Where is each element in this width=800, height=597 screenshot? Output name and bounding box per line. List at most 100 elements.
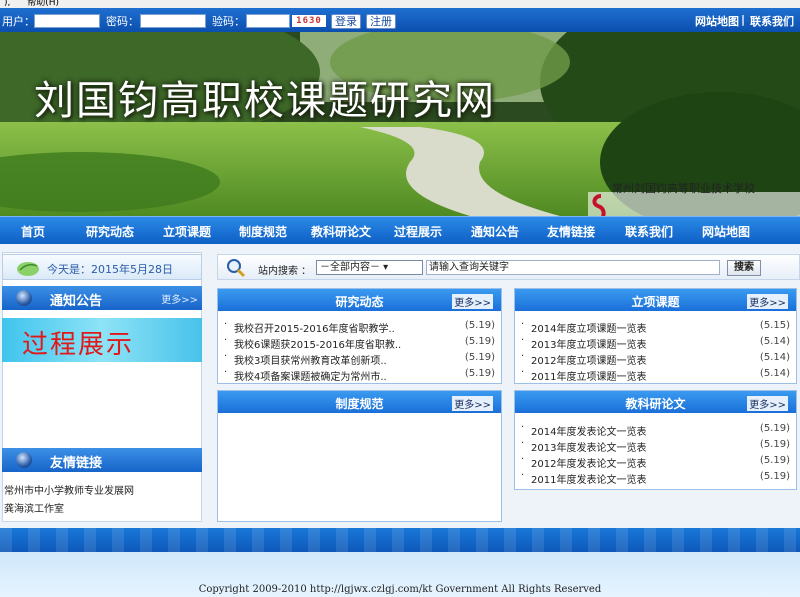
list-item-title[interactable]: 我校3项目获常州教育改革创新项.. <box>234 352 387 367</box>
list-item-date: (5.19) <box>759 471 790 482</box>
password-label: 密码： <box>106 15 139 28</box>
list-item-title[interactable]: 2012年度立项课题一览表 <box>531 352 646 367</box>
links-icon <box>16 452 32 468</box>
copyright-text: Copyright 2009-2010 http://lgjwx.czlgj.c… <box>198 584 602 595</box>
notice-icon <box>16 290 32 306</box>
nav-links[interactable]: 友情链接 <box>547 223 595 240</box>
list-item[interactable]: · 2012年度发表论文一览表 (5.19) <box>521 453 790 470</box>
list-item[interactable]: · 2014年度立项课题一览表 (5.15) <box>521 318 790 335</box>
school-logo-icon <box>592 194 606 216</box>
papers-panel: 教科研论文 更多>> · 2014年度发表论文一览表 (5.19) · 2013年度发… <box>514 390 797 490</box>
links-title: 友情链接 <box>50 456 103 471</box>
list-item-date: (5.19) <box>464 320 495 331</box>
list-item-date: (5.14) <box>759 368 790 379</box>
list-item[interactable]: · 2011年度立项课题一览表 (5.14) <box>521 366 790 383</box>
process-banner-text: 过程展示 <box>22 330 135 360</box>
date-bar: 今天是：2015年5月28日 <box>2 254 202 280</box>
site-search: 站内搜索 ： －全部内容－ ▾ 请输入查询关键字 搜索 <box>217 254 800 280</box>
list-item-title[interactable]: 2013年度发表论文一览表 <box>531 439 646 454</box>
school-name: 常州刘国钧高等职业技术学校 <box>612 182 755 195</box>
links-list: 常州市中小学教师专业发展网 龚海滨工作室 <box>4 482 134 515</box>
nav-rules[interactable]: 制度规范 <box>239 223 287 240</box>
password-input[interactable] <box>140 14 206 28</box>
list-item[interactable]: · 我校4项备案课题被确定为常州市.. (5.19) <box>224 366 495 383</box>
list-item[interactable]: · 我校6课题获2015-2016年度省职教.. (5.19) <box>224 334 495 351</box>
captcha-label: 验码： <box>212 15 245 28</box>
list-item-title[interactable]: 2011年度立项课题一览表 <box>531 368 646 383</box>
nav-contact[interactable]: 联系我们 <box>625 223 673 240</box>
projects-more-link[interactable]: 更多>> <box>747 294 788 309</box>
list-item[interactable]: · 2011年度发表论文一览表 (5.19) <box>521 469 790 486</box>
papers-panel-header: 教科研论文 更多>> <box>515 391 796 413</box>
list-item-date: (5.14) <box>759 352 790 363</box>
notice-more-link[interactable]: 更多>> <box>161 291 198 306</box>
process-banner[interactable]: 过程展示 <box>2 318 202 362</box>
research-panel: 研究动态 更多>> · 我校召开2015-2016年度省职教学.. (5.19) ·… <box>217 288 502 384</box>
list-item-title[interactable]: 2014年度发表论文一览表 <box>531 423 646 438</box>
nav-home[interactable]: 首页 <box>21 223 45 240</box>
projects-panel: 立项课题 更多>> · 2014年度立项课题一览表 (5.15) · 2013年度立项… <box>514 288 797 384</box>
list-item-title[interactable]: 2012年度发表论文一览表 <box>531 455 646 470</box>
top-separator: | <box>741 13 746 26</box>
list-item[interactable]: · 2014年度发表论文一览表 (5.19) <box>521 421 790 438</box>
footer-pattern <box>0 528 800 552</box>
username-input[interactable] <box>34 14 100 28</box>
list-item[interactable]: · 2013年度发表论文一览表 (5.19) <box>521 437 790 454</box>
list-item-date: (5.19) <box>464 352 495 363</box>
captcha-image: 1630 <box>292 15 326 27</box>
top-site-map-link[interactable]: 网站地图 <box>695 13 739 29</box>
list-item-date: (5.19) <box>464 336 495 347</box>
list-item-title[interactable]: 2014年度立项课题一览表 <box>531 320 646 335</box>
papers-more-link[interactable]: 更多>> <box>747 396 788 411</box>
footer: Copyright 2009-2010 http://lgjwx.czlgj.c… <box>0 552 800 597</box>
list-item-title[interactable]: 我校4项备案课题被确定为常州市.. <box>234 368 387 383</box>
projects-panel-header: 立项课题 更多>> <box>515 289 796 311</box>
login-button[interactable]: 登录 <box>331 14 361 29</box>
captcha-input[interactable] <box>246 14 290 28</box>
search-scope-select[interactable]: －全部内容－ ▾ <box>316 260 423 275</box>
list-item-title[interactable]: 2013年度立项课题一览表 <box>531 336 646 351</box>
list-item-title[interactable]: 2011年度发表论文一览表 <box>531 471 646 486</box>
site-title: 刘国钧高职校课题研究网 <box>34 78 496 124</box>
list-item-date: (5.19) <box>759 455 790 466</box>
link-studio[interactable]: 龚海滨工作室 <box>4 500 134 515</box>
user-label: 用户： <box>2 15 35 28</box>
header-banner: 刘国钧高职校课题研究网 常州刘国钧高等职业技术学校 <box>0 32 800 216</box>
list-item-date: (5.15) <box>759 320 790 331</box>
menu-item-help[interactable]: 帮助(H) <box>27 0 59 8</box>
nav-projects[interactable]: 立项课题 <box>163 223 211 240</box>
nav-papers[interactable]: 教科研论文 <box>311 223 371 240</box>
list-item-title[interactable]: 我校召开2015-2016年度省职教学.. <box>234 320 395 335</box>
main-nav: 首页 研究动态 立项课题 制度规范 教科研论文 过程展示 通知公告 友情链接 联… <box>0 216 800 244</box>
nav-notices[interactable]: 通知公告 <box>471 223 519 240</box>
search-input[interactable]: 请输入查询关键字 <box>426 260 720 275</box>
research-panel-header: 研究动态 更多>> <box>218 289 501 311</box>
nav-sitemap[interactable]: 网站地图 <box>702 223 750 240</box>
notice-title: 通知公告 <box>50 294 103 309</box>
notice-header: 通知公告 更多>> <box>2 286 202 310</box>
list-item-date: (5.19) <box>759 439 790 450</box>
footer-band <box>0 528 800 552</box>
nav-process[interactable]: 过程展示 <box>394 223 442 240</box>
top-contact-link[interactable]: 联系我们 <box>750 13 794 29</box>
search-label: 站内搜索 ： <box>258 266 312 277</box>
list-item[interactable]: · 2012年度立项课题一览表 (5.14) <box>521 350 790 367</box>
browser-menubar: ), 帮助(H) <box>0 0 800 8</box>
search-icon <box>227 259 246 278</box>
list-item-date: (5.19) <box>759 423 790 434</box>
links-header: 友情链接 <box>2 448 202 472</box>
list-item[interactable]: · 2013年度立项课题一览表 (5.14) <box>521 334 790 351</box>
list-item-date: (5.19) <box>464 368 495 379</box>
login-bar: 用户： 密码： 验码： 1630 登录 注册 网站地图 | 联系我们 <box>0 8 800 32</box>
link-teacher-network[interactable]: 常州市中小学教师专业发展网 <box>4 482 134 497</box>
search-button[interactable]: 搜索 <box>727 260 761 276</box>
menu-item-fragment[interactable]: ), <box>4 0 10 8</box>
list-item[interactable]: · 我校3项目获常州教育改革创新项.. (5.19) <box>224 350 495 367</box>
register-button[interactable]: 注册 <box>366 14 396 29</box>
rules-more-link[interactable]: 更多>> <box>452 396 493 411</box>
list-item[interactable]: · 我校召开2015-2016年度省职教学.. (5.19) <box>224 318 495 335</box>
research-more-link[interactable]: 更多>> <box>452 294 493 309</box>
list-item-title[interactable]: 我校6课题获2015-2016年度省职教.. <box>234 336 401 351</box>
nav-research[interactable]: 研究动态 <box>86 223 134 240</box>
rules-panel: 制度规范 更多>> <box>217 390 502 522</box>
